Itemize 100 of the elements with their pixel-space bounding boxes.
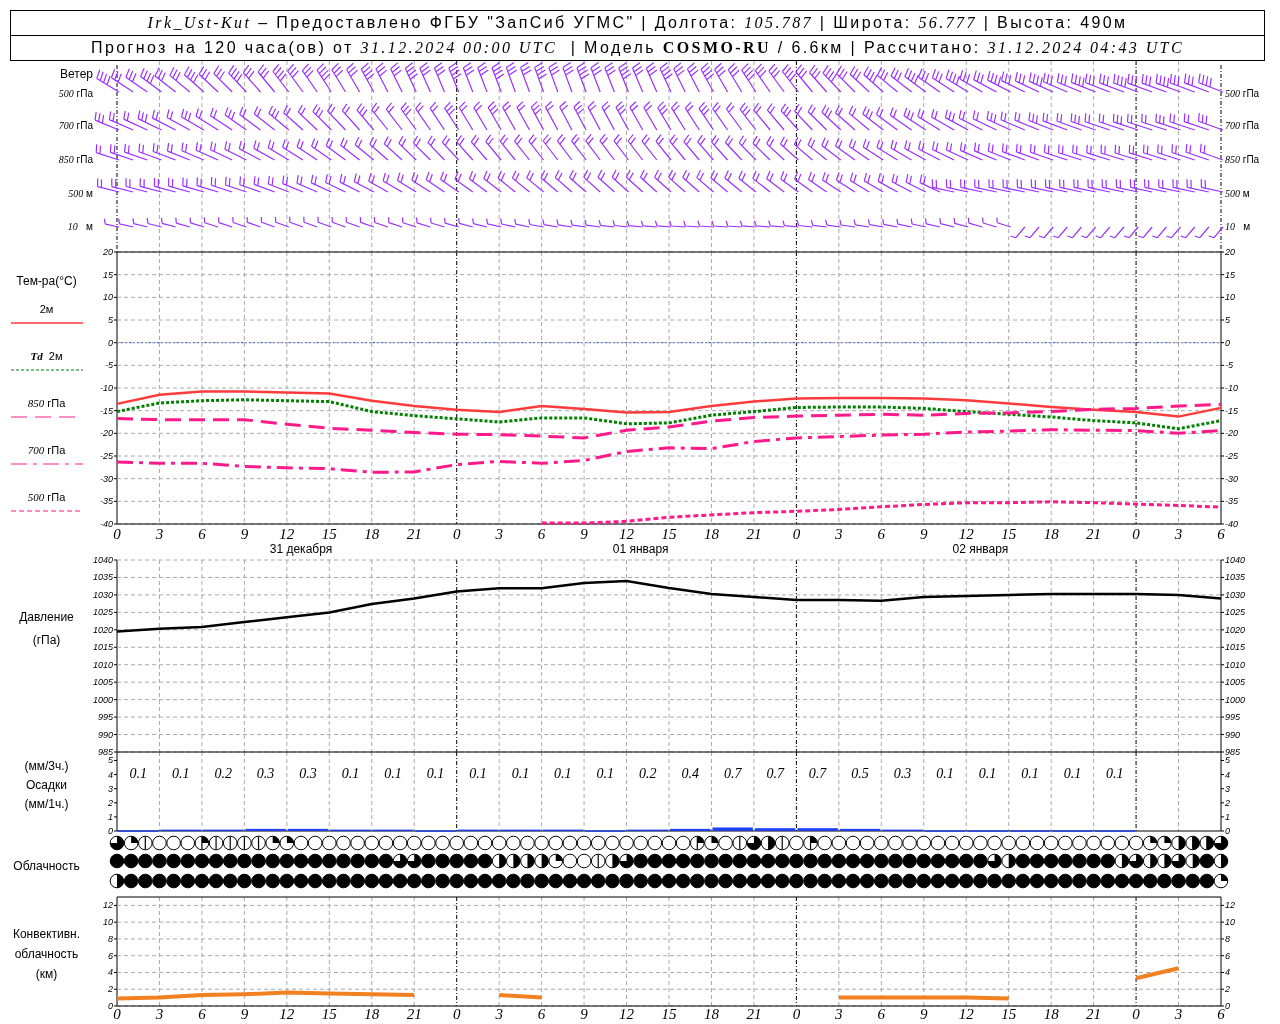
cloud-cover-icon bbox=[859, 853, 875, 869]
axis-tick-label: 3 bbox=[1174, 526, 1183, 542]
axis-tick-label: 12 bbox=[619, 1006, 635, 1022]
cloud-cover-icon bbox=[888, 873, 903, 889]
axis-tick-label: 15 bbox=[1001, 526, 1017, 542]
cloud-cover-icon bbox=[534, 835, 549, 851]
cloud-cover-icon bbox=[138, 853, 153, 869]
cloud-cover-icon bbox=[109, 853, 125, 869]
cloud-cover-icon bbox=[1157, 835, 1172, 851]
cloud-cover-icon bbox=[718, 853, 733, 869]
axis-tick-label: 12 bbox=[619, 526, 635, 542]
cloud-cover-icon bbox=[180, 835, 196, 851]
cloud-cover-icon bbox=[506, 873, 521, 889]
axis-tick-label: -30 bbox=[1225, 473, 1238, 484]
axis-tick-label: -5 bbox=[1225, 360, 1233, 371]
axis-tick-label: 1 bbox=[108, 811, 113, 822]
axis-tick-label: 6 bbox=[198, 1006, 206, 1022]
cloud-cover-icon bbox=[222, 835, 238, 851]
level-label: 500 м bbox=[1225, 187, 1250, 201]
cloud-cover-icon bbox=[1086, 873, 1101, 889]
axis-tick-label: 1020 bbox=[1225, 624, 1246, 635]
axis-tick-label: 6 bbox=[537, 1006, 546, 1022]
wind-title: Ветер bbox=[60, 67, 93, 81]
axis-tick-label: 3 bbox=[155, 526, 164, 542]
axis-tick-label: 12 bbox=[103, 900, 113, 911]
cloud-cover-icon bbox=[534, 873, 549, 889]
cloud-cover-icon bbox=[336, 853, 351, 869]
day-label: 02 января bbox=[952, 542, 1009, 556]
axis-tick-label: 0 bbox=[113, 1006, 121, 1022]
cloud-cover-icon bbox=[336, 873, 351, 889]
axis-tick-label: 3 bbox=[155, 1006, 164, 1022]
axis-tick-label: 9 bbox=[580, 526, 588, 542]
cloud-cover-icon bbox=[152, 835, 167, 851]
legend-label: 2м bbox=[39, 302, 54, 316]
level-label: 500 м bbox=[68, 187, 93, 201]
cloud-cover-icon bbox=[251, 835, 266, 851]
cloud-cover-icon bbox=[661, 873, 677, 889]
axis-tick-label: -40 bbox=[1225, 519, 1238, 529]
axis-tick-label: 2 bbox=[108, 984, 113, 995]
axis-tick-label: 6 bbox=[1225, 950, 1230, 961]
axis-tick-label: 0 bbox=[108, 1001, 113, 1011]
precipitation-total: 0.1 bbox=[596, 766, 615, 781]
cloud-cover-icon bbox=[817, 835, 832, 851]
cloud-cover-icon bbox=[1100, 853, 1116, 869]
precipitation-total: 0.1 bbox=[384, 766, 402, 781]
cloud-cover-icon bbox=[1171, 835, 1186, 851]
cloud-cover-icon bbox=[888, 853, 903, 869]
cloud-cover-icon bbox=[152, 853, 167, 869]
cloud-cover-icon bbox=[1015, 835, 1031, 851]
cloud-cover-icon bbox=[902, 853, 917, 869]
cloud-cover-icon bbox=[647, 873, 663, 889]
cloud-cover-icon bbox=[647, 835, 663, 851]
cloud-cover-icon bbox=[491, 853, 507, 869]
level-label: 500 гПа bbox=[58, 87, 93, 101]
cloud-cover-icon bbox=[1100, 873, 1116, 889]
axis-tick-label: 10 bbox=[103, 917, 113, 928]
axis-tick-label: 8 bbox=[108, 933, 113, 944]
cloud-cover-icon bbox=[1213, 873, 1229, 889]
cloud-cover-icon bbox=[1157, 873, 1172, 889]
cloud-cover-icon bbox=[166, 873, 181, 889]
cloud-cover-icon bbox=[222, 873, 238, 889]
axis-tick-label: 0 bbox=[1225, 826, 1230, 836]
axis-tick-label: -10 bbox=[100, 383, 113, 393]
header-line: Прогноз на 120 часа(ов) от 31.12.2024 00:00 UTC | Модель COSMO-RU / 6.6км | Рассчитано: 31.12.2024 04:43 UTC bbox=[11, 35, 1264, 60]
cloud-cover-icon bbox=[392, 873, 408, 889]
axis-tick-label: 3 bbox=[1225, 783, 1230, 794]
cloud-cover-icon bbox=[704, 873, 719, 889]
cloud-cover-icon bbox=[406, 835, 422, 851]
legend-line-icon bbox=[10, 461, 83, 467]
cloud-cover-icon bbox=[1086, 835, 1101, 851]
cloud-cover-icon bbox=[944, 873, 960, 889]
axis-tick-label: 9 bbox=[240, 526, 249, 542]
axis-tick-label: -15 bbox=[1225, 405, 1238, 416]
cloud-cover-icon bbox=[307, 835, 323, 851]
axis-tick-label: 0 bbox=[108, 826, 113, 836]
cloud-cover-icon bbox=[138, 873, 153, 889]
precipitation-total: 0.1 bbox=[1063, 766, 1082, 781]
axis-tick-label: 4 bbox=[108, 769, 113, 780]
precipitation-total: 0.3 bbox=[256, 766, 275, 781]
cloud-cover-icon bbox=[619, 835, 634, 851]
cloud-cover-icon bbox=[364, 873, 380, 889]
cloud-cover-icon bbox=[817, 853, 832, 869]
legend-label: 850 гПа bbox=[27, 396, 66, 410]
axis-tick-label: 18 bbox=[1043, 1006, 1059, 1022]
cloud-cover-icon bbox=[1213, 853, 1229, 869]
axis-tick-label: 0 bbox=[1132, 1006, 1140, 1022]
cloud-cover-icon bbox=[477, 835, 493, 851]
cloud-cover-icon bbox=[675, 853, 691, 869]
cloud-cover-icon bbox=[208, 853, 224, 869]
cloud-cover-icon bbox=[1043, 873, 1059, 889]
cloud-cover-icon bbox=[1029, 835, 1045, 851]
cloud-cover-icon bbox=[576, 853, 592, 869]
legend-line-icon bbox=[10, 508, 83, 514]
cloud-cover-icon bbox=[874, 873, 889, 889]
cloud-cover-icon bbox=[336, 835, 351, 851]
axis-tick-label: 8 bbox=[1225, 933, 1230, 944]
cloud-cover-icon bbox=[704, 835, 719, 851]
cloud-cover-icon bbox=[590, 835, 606, 851]
cloud-cover-icon bbox=[1015, 873, 1031, 889]
cloud-cover-icon bbox=[123, 853, 139, 869]
